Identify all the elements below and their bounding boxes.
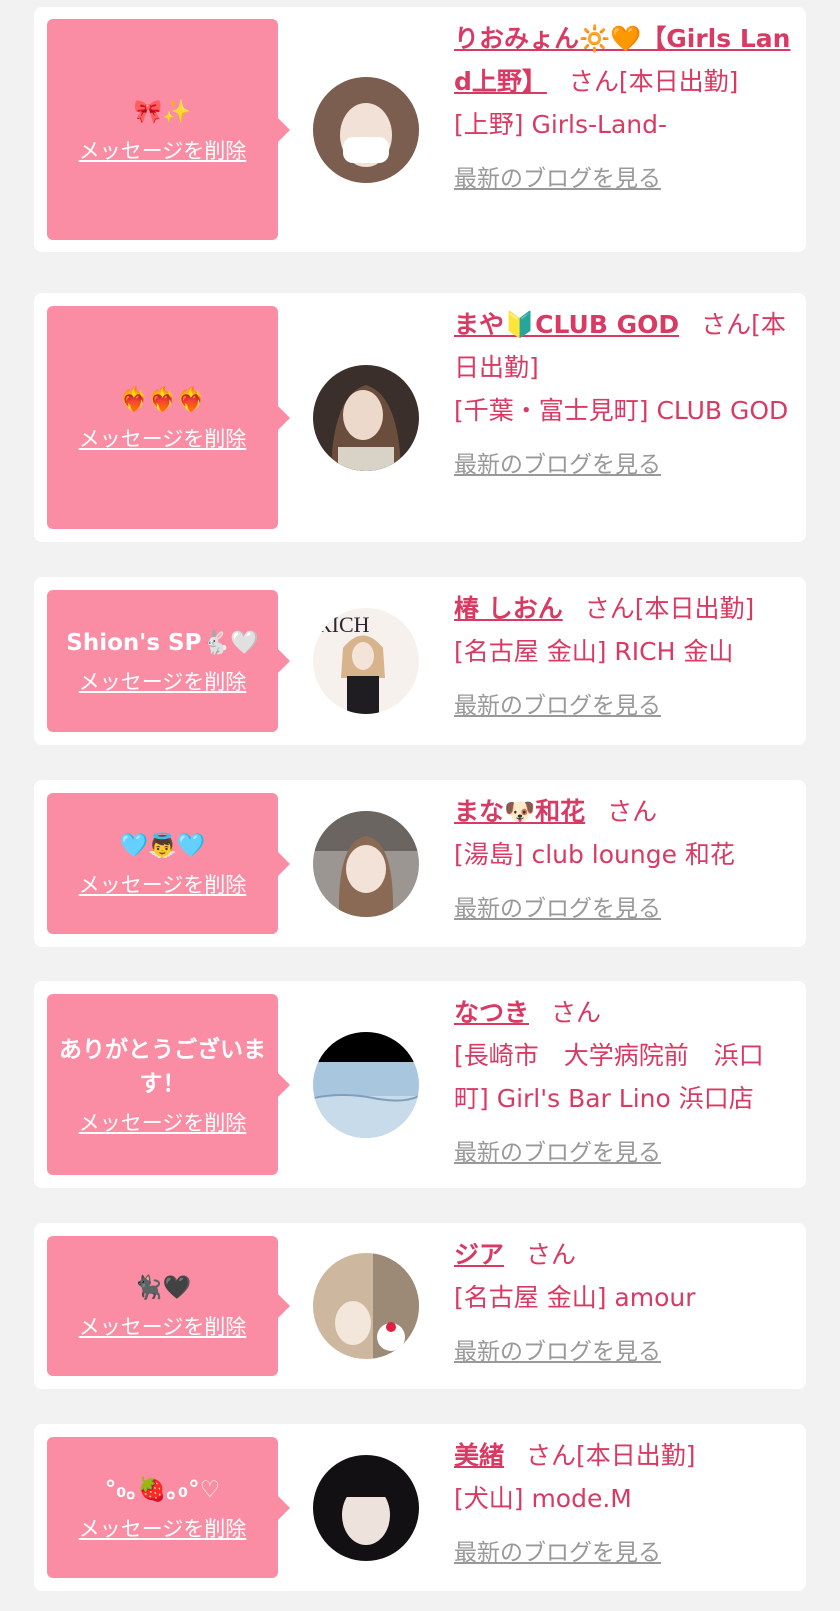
honorific: さん bbox=[568, 67, 619, 96]
honorific: さん bbox=[551, 998, 602, 1027]
cast-info: 美緒 さん[本日出勤] [犬山] mode.M 最新のブログを見る bbox=[454, 1434, 794, 1575]
latest-blog-link[interactable]: 最新のブログを見る bbox=[454, 1331, 661, 1374]
message-text: 🐈‍⬛🖤 bbox=[133, 1275, 192, 1301]
message-text: 🩵👼🩵 bbox=[119, 832, 206, 859]
delete-message-link[interactable]: メッセージを削除 bbox=[79, 869, 247, 899]
cast-header: 椿 しおん さん[本日出勤] bbox=[454, 587, 794, 630]
delete-message-link[interactable]: メッセージを削除 bbox=[79, 1513, 247, 1543]
latest-blog-link[interactable]: 最新のブログを見る bbox=[454, 444, 661, 487]
cast-avatar[interactable] bbox=[313, 1032, 419, 1138]
cast-avatar[interactable] bbox=[313, 1455, 419, 1561]
svg-text:RICH: RICH bbox=[317, 612, 370, 637]
message-bubble: 🎀✨ メッセージを削除 bbox=[47, 19, 290, 240]
cast-name-link[interactable]: なつき bbox=[454, 998, 529, 1027]
shop-location: [名古屋 金山] amour bbox=[454, 1283, 696, 1312]
honorific: さん bbox=[584, 594, 635, 623]
message-bubble: °₀｡🍓｡₀°♡ メッセージを削除 bbox=[47, 1437, 290, 1578]
cast-header: まな🐶和花 さん bbox=[454, 790, 794, 833]
cast-header: なつき さん bbox=[454, 991, 794, 1034]
message-bubble: ありがとうございます！ メッセージを削除 bbox=[47, 994, 290, 1175]
cast-name-link[interactable]: まな🐶和花 bbox=[454, 797, 585, 826]
message-list: 🎀✨ メッセージを削除 りおみょん🔆🧡【Girls Land上野】 さん[本日出勤… bbox=[0, 0, 840, 1611]
shop-location: [犬山] mode.M bbox=[454, 1484, 632, 1513]
avatar-photo-icon bbox=[313, 1253, 419, 1359]
status-label: [本日出勤] bbox=[634, 594, 755, 623]
message-card: ❤️‍🔥❤️‍🔥❤️‍🔥 メッセージを削除 まや🔰CLUB GOD さん[本日出勤… bbox=[34, 293, 806, 542]
shop-location: [湯島] club lounge 和花 bbox=[454, 840, 735, 869]
cast-name-link[interactable]: 椿 しおん bbox=[454, 594, 563, 623]
message-bubble: 🩵👼🩵 メッセージを削除 bbox=[47, 793, 290, 934]
cast-info: まな🐶和花 さん [湯島] club lounge 和花 最新のブログを見る bbox=[454, 790, 794, 931]
honorific: さん bbox=[526, 1240, 577, 1269]
latest-blog-link[interactable]: 最新のブログを見る bbox=[454, 888, 661, 931]
cast-name-link[interactable]: ジア bbox=[454, 1240, 504, 1269]
shop-location: [名古屋 金山] RICH 金山 bbox=[454, 637, 734, 666]
message-card: °₀｡🍓｡₀°♡ メッセージを削除 美緒 さん[本日出勤] [犬山] mode.M… bbox=[34, 1424, 806, 1591]
message-text: °₀｡🍓｡₀°♡ bbox=[104, 1476, 221, 1503]
cast-info: 椿 しおん さん[本日出勤] [名古屋 金山] RICH 金山 最新のブログを見る bbox=[454, 587, 794, 728]
cast-avatar[interactable] bbox=[313, 811, 419, 917]
avatar-magazine-icon: RICH bbox=[313, 608, 419, 714]
message-text: Shion's SP🐇🤍 bbox=[66, 630, 259, 656]
shop-location: [長崎市 大学病院前 浜口町] Girl's Bar Lino 浜口店 bbox=[454, 1041, 764, 1113]
delete-message-link[interactable]: メッセージを削除 bbox=[79, 666, 247, 696]
honorific: さん bbox=[701, 310, 752, 339]
message-bubble: ❤️‍🔥❤️‍🔥❤️‍🔥 メッセージを削除 bbox=[47, 306, 290, 529]
message-card: 🩵👼🩵 メッセージを削除 まな🐶和花 さん [湯島] club lounge 和花… bbox=[34, 780, 806, 947]
shop-location: [上野] Girls-Land- bbox=[454, 110, 668, 139]
status-label: [本日出勤] bbox=[618, 67, 739, 96]
cast-name-link[interactable]: 美緒 bbox=[454, 1441, 504, 1470]
message-card: 🐈‍⬛🖤 メッセージを削除 ジア さん [名古屋 金山] amour 最新のブログ… bbox=[34, 1223, 806, 1389]
status-label: [本日出勤] bbox=[576, 1441, 696, 1470]
cast-info: なつき さん [長崎市 大学病院前 浜口町] Girl's Bar Lino 浜口… bbox=[454, 991, 794, 1175]
cast-header: ジア さん bbox=[454, 1233, 794, 1276]
avatar-sea-icon bbox=[313, 1032, 419, 1138]
avatar-photo-icon bbox=[313, 1455, 419, 1561]
delete-message-link[interactable]: メッセージを削除 bbox=[79, 1311, 247, 1341]
message-card: ありがとうございます！ メッセージを削除 なつき さん [長崎市 大学病院前 浜口… bbox=[34, 981, 806, 1188]
message-card: 🎀✨ メッセージを削除 りおみょん🔆🧡【Girls Land上野】 さん[本日出勤… bbox=[34, 7, 806, 252]
avatar-photo-icon bbox=[313, 77, 419, 183]
honorific: さん bbox=[607, 797, 658, 826]
cast-info: りおみょん🔆🧡【Girls Land上野】 さん[本日出勤] [上野] Girls… bbox=[454, 17, 794, 201]
message-bubble: Shion's SP🐇🤍 メッセージを削除 bbox=[47, 590, 290, 732]
shop-location: [千葉・富士見町] CLUB GOD bbox=[454, 396, 789, 425]
cast-avatar[interactable] bbox=[313, 1253, 419, 1359]
cast-avatar[interactable] bbox=[313, 365, 419, 471]
delete-message-link[interactable]: メッセージを削除 bbox=[79, 423, 247, 453]
latest-blog-link[interactable]: 最新のブログを見る bbox=[454, 1132, 661, 1175]
message-text: ❤️‍🔥❤️‍🔥❤️‍🔥 bbox=[119, 386, 206, 413]
cast-avatar[interactable]: RICH bbox=[313, 608, 419, 714]
cast-avatar[interactable] bbox=[313, 77, 419, 183]
honorific: さん bbox=[526, 1441, 577, 1470]
latest-blog-link[interactable]: 最新のブログを見る bbox=[454, 158, 661, 201]
avatar-photo-icon bbox=[313, 365, 419, 471]
delete-message-link[interactable]: メッセージを削除 bbox=[79, 135, 247, 165]
cast-info: まや🔰CLUB GOD さん[本日出勤] [千葉・富士見町] CLUB GOD 最… bbox=[454, 303, 794, 487]
cast-name-link[interactable]: まや🔰CLUB GOD bbox=[454, 310, 679, 339]
message-text: ありがとうございます！ bbox=[59, 1036, 266, 1097]
cast-info: ジア さん [名古屋 金山] amour 最新のブログを見る bbox=[454, 1233, 794, 1374]
cast-header: 美緒 さん[本日出勤] bbox=[454, 1434, 794, 1477]
avatar-photo-icon bbox=[313, 811, 419, 917]
message-text: 🎀✨ bbox=[133, 98, 192, 125]
latest-blog-link[interactable]: 最新のブログを見る bbox=[454, 1532, 661, 1575]
message-card: Shion's SP🐇🤍 メッセージを削除 RICH 椿 しおん さん[本日出勤]… bbox=[34, 577, 806, 745]
cast-header: まや🔰CLUB GOD さん[本日出勤] bbox=[454, 303, 794, 389]
cast-header: りおみょん🔆🧡【Girls Land上野】 さん[本日出勤] bbox=[454, 17, 794, 103]
latest-blog-link[interactable]: 最新のブログを見る bbox=[454, 685, 661, 728]
message-bubble: 🐈‍⬛🖤 メッセージを削除 bbox=[47, 1236, 290, 1376]
delete-message-link[interactable]: メッセージを削除 bbox=[79, 1107, 247, 1137]
